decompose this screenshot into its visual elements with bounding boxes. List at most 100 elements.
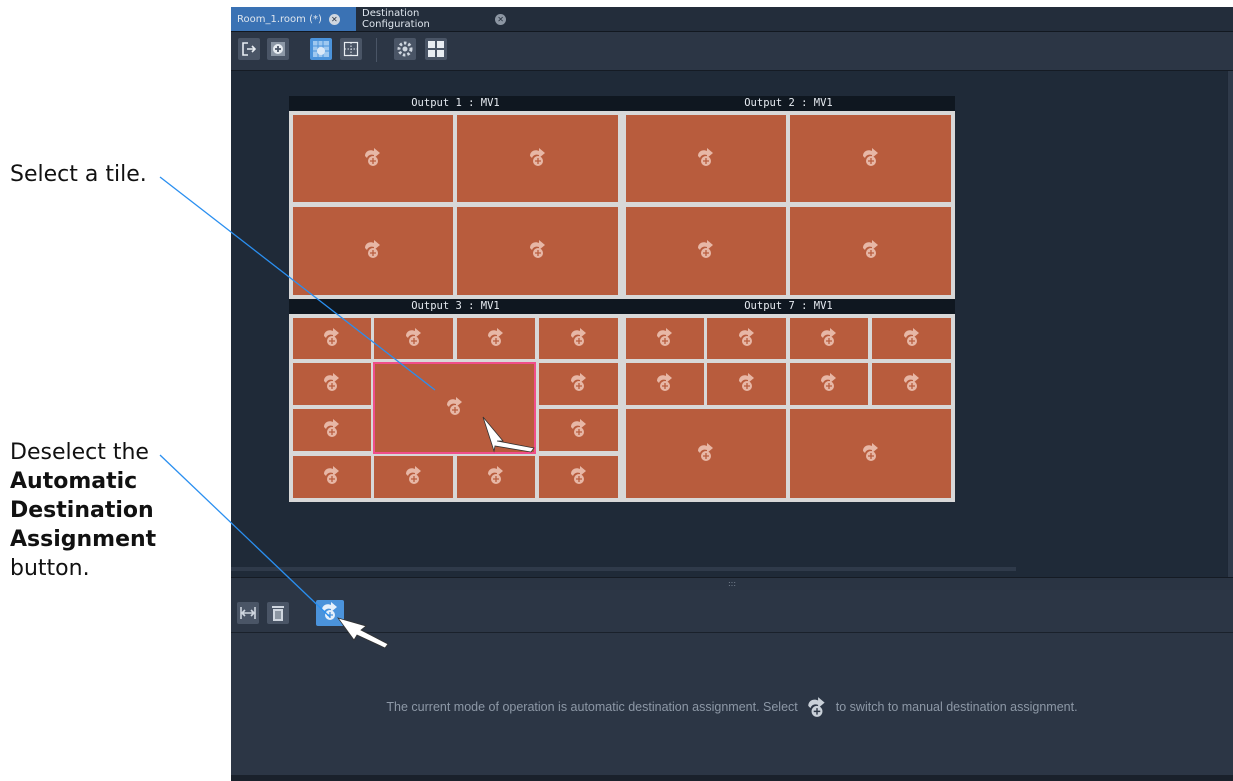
tile[interactable] bbox=[626, 363, 704, 405]
app-window: Room_1.room (*) ✕ Destination Configurat… bbox=[231, 7, 1233, 781]
auto-destination-icon bbox=[527, 239, 549, 263]
tile[interactable] bbox=[293, 363, 371, 405]
output-1[interactable]: Output 1 : MV1 bbox=[289, 96, 622, 299]
tile[interactable] bbox=[539, 318, 618, 359]
tile[interactable] bbox=[790, 318, 868, 359]
close-icon[interactable]: ✕ bbox=[495, 13, 506, 25]
tile[interactable] bbox=[374, 318, 453, 359]
tile[interactable] bbox=[293, 115, 453, 202]
auto-destination-icon bbox=[362, 239, 384, 263]
vertical-scrollbar[interactable] bbox=[1228, 71, 1233, 577]
tile[interactable] bbox=[790, 115, 951, 202]
output-2-header: Output 2 : MV1 bbox=[622, 96, 955, 111]
automatic-destination-assignment-icon bbox=[319, 601, 341, 625]
auto-destination-icon bbox=[654, 327, 676, 351]
auto-destination-icon bbox=[695, 147, 717, 171]
tile[interactable] bbox=[374, 456, 453, 498]
auto-destination-icon bbox=[444, 396, 466, 420]
status-message-before: The current mode of operation is automat… bbox=[386, 700, 798, 714]
tile[interactable] bbox=[626, 115, 786, 202]
annotation-line: Deselect the bbox=[10, 440, 149, 465]
auto-destination-icon bbox=[860, 147, 882, 171]
tile[interactable] bbox=[539, 456, 618, 498]
tile[interactable] bbox=[293, 207, 453, 295]
annotation-line: button. bbox=[10, 556, 90, 581]
tile[interactable] bbox=[626, 207, 786, 295]
exit-icon bbox=[242, 42, 257, 56]
auto-destination-icon bbox=[901, 327, 923, 351]
auto-destination-icon bbox=[860, 239, 882, 263]
layout-quad-button[interactable] bbox=[425, 38, 447, 60]
annotation-select-tile-text: Select a tile. bbox=[10, 162, 147, 187]
annotation-deselect-button: Deselect the Automatic Destination Assig… bbox=[10, 438, 156, 583]
output-3-header: Output 3 : MV1 bbox=[289, 299, 622, 314]
toolbar bbox=[231, 32, 1233, 71]
auto-destination-icon bbox=[321, 418, 343, 442]
fit-width-button[interactable] bbox=[237, 602, 259, 624]
tile[interactable] bbox=[707, 318, 786, 359]
tile[interactable] bbox=[790, 409, 951, 498]
tile[interactable] bbox=[457, 115, 618, 202]
tab-destination-configuration[interactable]: Destination Configuration ✕ bbox=[356, 7, 512, 31]
tile[interactable] bbox=[457, 318, 535, 359]
auto-destination-icon bbox=[654, 372, 676, 396]
tile[interactable] bbox=[626, 318, 704, 359]
tile[interactable] bbox=[790, 363, 868, 405]
add-tile-button[interactable] bbox=[267, 38, 289, 60]
output-7-header: Output 7 : MV1 bbox=[622, 299, 955, 314]
auto-assign-grid-icon bbox=[313, 41, 329, 57]
tab-room-label: Room_1.room (*) bbox=[237, 13, 322, 25]
exit-button[interactable] bbox=[238, 38, 260, 60]
add-tile-icon bbox=[271, 42, 285, 56]
auto-destination-icon bbox=[485, 327, 507, 351]
auto-assign-grid-button[interactable] bbox=[310, 38, 332, 60]
status-message-after: to switch to manual destination assignme… bbox=[835, 700, 1078, 714]
tile[interactable] bbox=[293, 456, 371, 498]
output-7[interactable]: Output 7 : MV1 bbox=[622, 299, 955, 502]
tile[interactable] bbox=[539, 409, 618, 451]
auto-destination-icon bbox=[362, 147, 384, 171]
output-2[interactable]: Output 2 : MV1 bbox=[622, 96, 955, 299]
destination-config-icon bbox=[397, 41, 413, 57]
fit-width-icon bbox=[240, 607, 256, 619]
auto-destination-icon bbox=[485, 465, 507, 489]
layout-quad-icon bbox=[428, 41, 444, 57]
tile[interactable] bbox=[790, 207, 951, 295]
status-message: The current mode of operation is automat… bbox=[231, 696, 1233, 718]
delete-button[interactable] bbox=[267, 602, 289, 624]
grid-dots-icon bbox=[343, 41, 359, 57]
trash-icon bbox=[272, 606, 284, 621]
tile[interactable] bbox=[293, 409, 371, 451]
tile[interactable] bbox=[872, 363, 951, 405]
auto-destination-icon bbox=[403, 327, 425, 351]
auto-destination-icon bbox=[568, 465, 590, 489]
auto-destination-icon bbox=[568, 418, 590, 442]
automatic-destination-assignment-button[interactable] bbox=[316, 600, 344, 626]
tab-room[interactable]: Room_1.room (*) ✕ bbox=[231, 7, 356, 31]
tile[interactable] bbox=[457, 207, 618, 295]
auto-destination-icon bbox=[901, 372, 923, 396]
auto-destination-icon bbox=[321, 327, 343, 351]
close-icon[interactable]: ✕ bbox=[328, 13, 340, 25]
annotation-bold: Assignment bbox=[10, 527, 157, 552]
annotation-bold: Automatic bbox=[10, 469, 138, 494]
auto-destination-icon bbox=[321, 372, 343, 396]
grid-dots-button[interactable] bbox=[340, 38, 362, 60]
automatic-destination-assignment-icon bbox=[804, 696, 830, 718]
tile[interactable] bbox=[539, 363, 618, 405]
auto-destination-icon bbox=[568, 327, 590, 351]
tile-selected[interactable] bbox=[373, 362, 536, 454]
output-3[interactable]: Output 3 : MV1 bbox=[289, 299, 622, 502]
destination-config-button[interactable] bbox=[394, 38, 416, 60]
tile[interactable] bbox=[707, 363, 786, 405]
tile[interactable] bbox=[626, 409, 786, 498]
tile[interactable] bbox=[872, 318, 951, 359]
auto-destination-icon bbox=[818, 327, 840, 351]
auto-destination-icon bbox=[403, 465, 425, 489]
horizontal-scrollbar[interactable] bbox=[231, 567, 1016, 571]
tab-bar: Room_1.room (*) ✕ Destination Configurat… bbox=[231, 7, 1233, 32]
tile[interactable] bbox=[293, 318, 371, 359]
panel-footer bbox=[231, 775, 1233, 781]
tile[interactable] bbox=[457, 456, 535, 498]
splitter-handle[interactable]: ::: bbox=[231, 577, 1233, 591]
